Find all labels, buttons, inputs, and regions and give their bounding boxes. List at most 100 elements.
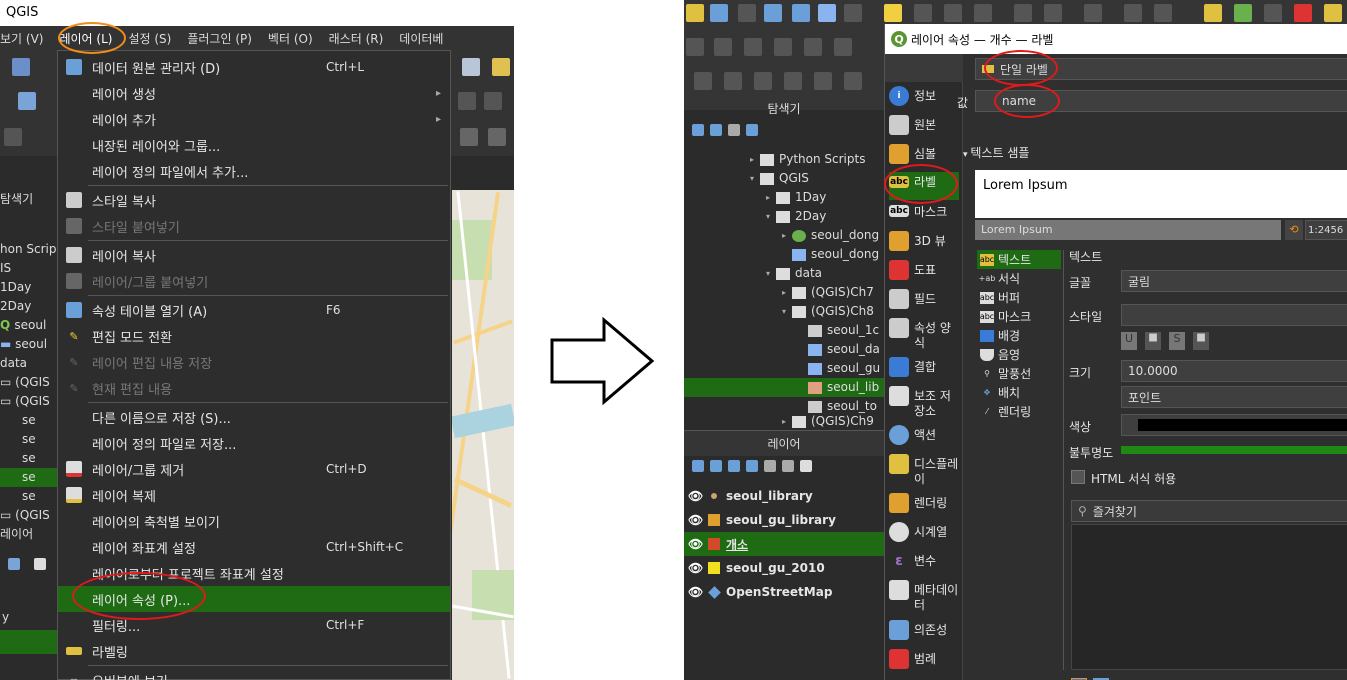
- tree-item-1day[interactable]: ▸ 1Day: [766, 188, 826, 207]
- toolbar-icon[interactable]: [834, 38, 852, 56]
- sidebar-item-rendering[interactable]: 렌더링: [889, 493, 959, 519]
- tree-item[interactable]: 2Day: [0, 297, 60, 316]
- remove-layer-icon[interactable]: [800, 460, 812, 472]
- tree-item[interactable]: hon Scrip: [0, 240, 60, 259]
- tree-item-ch8[interactable]: ▾ (QGIS)Ch8: [782, 302, 874, 321]
- toolbar-icon[interactable]: [944, 4, 962, 22]
- node-icon[interactable]: [4, 128, 22, 146]
- eye-icon[interactable]: 👁: [688, 537, 704, 551]
- toolbar-icon[interactable]: [1234, 4, 1252, 22]
- sidebar-item-symbology[interactable]: 심볼: [889, 144, 959, 170]
- tree-item[interactable]: se: [0, 468, 60, 487]
- tree-item[interactable]: se: [0, 411, 60, 430]
- sidebar-item-information[interactable]: i 정보: [889, 86, 959, 112]
- toolbar-icon[interactable]: [754, 72, 772, 90]
- tree-item[interactable]: ▭ (QGIS: [0, 373, 60, 392]
- layer-row-count[interactable]: 👁 개소: [684, 532, 884, 556]
- toolbar-icon[interactable]: [884, 4, 902, 22]
- table-icon[interactable]: [460, 128, 478, 146]
- menu-layer[interactable]: 레이어 (L): [51, 30, 120, 47]
- info-icon[interactable]: [746, 124, 758, 136]
- menu-settings[interactable]: 설정 (S): [120, 30, 179, 47]
- sample-text-input[interactable]: Lorem Ipsum: [975, 220, 1281, 240]
- eye-icon[interactable]: 👁: [688, 561, 704, 575]
- menu-item-labeling[interactable]: 라벨링: [58, 638, 450, 664]
- size-input[interactable]: 10.0000: [1121, 360, 1347, 382]
- sidebar-item-dependencies[interactable]: 의존성: [889, 620, 959, 646]
- sidebar-item-diagrams[interactable]: 도표: [889, 260, 959, 286]
- sidebar-item-metadata[interactable]: 메타데이터: [889, 580, 959, 614]
- undo-icon[interactable]: [458, 92, 476, 110]
- eye-icon[interactable]: 👁: [688, 489, 704, 503]
- tree-item-2day[interactable]: ▾ 2Day: [766, 207, 826, 226]
- subtab-shadow[interactable]: 음영: [977, 345, 1061, 364]
- toolbar-icon[interactable]: [1264, 4, 1282, 22]
- sidebar-item-actions[interactable]: 액션: [889, 425, 959, 451]
- menu-vector[interactable]: 벡터 (O): [260, 30, 321, 47]
- toolbar-icon[interactable]: [714, 38, 732, 56]
- favorites-search-input[interactable]: ⚲ 즐겨찾기: [1071, 500, 1347, 522]
- menu-item-paste-style[interactable]: 스타일 붙여넣기: [58, 213, 450, 239]
- sidebar-item-mask[interactable]: abc 마스크: [889, 202, 959, 228]
- menu-item-save-definition-file[interactable]: 레이어 정의 파일로 저장...: [58, 430, 450, 456]
- layer-icon[interactable]: [462, 58, 480, 76]
- menu-item-copy-style[interactable]: 스타일 복사: [58, 187, 450, 213]
- toolbar-icon[interactable]: [1084, 4, 1102, 22]
- tree-item[interactable]: 1Day: [0, 278, 60, 297]
- toolbar-icon[interactable]: [738, 4, 756, 22]
- tree-item-qgis[interactable]: ▾ QGIS: [750, 169, 809, 188]
- sidebar-item-legend[interactable]: 범례: [889, 649, 959, 675]
- subtab-callouts[interactable]: ⚲ 말풍선: [977, 364, 1061, 383]
- tree-item[interactable]: ▭ (QGIS: [0, 392, 60, 411]
- tree-item[interactable]: data: [0, 354, 60, 373]
- menu-item-data-source-manager[interactable]: 데이터 원본 관리자 (D) Ctrl+L: [58, 54, 450, 80]
- menu-raster[interactable]: 래스터 (R): [321, 30, 392, 47]
- subtab-buffer[interactable]: abc 버퍼: [977, 288, 1061, 307]
- sidebar-item-auxiliary-storage[interactable]: 보조 저장소: [889, 386, 959, 420]
- data-defined-icon[interactable]: ⯀: [1193, 332, 1209, 350]
- color-picker[interactable]: [1121, 414, 1347, 436]
- style-combo[interactable]: [1121, 304, 1347, 326]
- vector-icon[interactable]: [18, 92, 36, 110]
- scale-combo[interactable]: 1:2456: [1305, 220, 1347, 240]
- toolbar-icon[interactable]: [744, 38, 762, 56]
- subtab-mask[interactable]: abc 마스크: [977, 307, 1061, 326]
- toolbar-icon[interactable]: [1124, 4, 1142, 22]
- sidebar-item-labels[interactable]: abc 라벨: [889, 172, 959, 200]
- menu-item-current-edits[interactable]: ✎ 현재 편집 내용: [58, 375, 450, 401]
- tree-item-seoul-gu[interactable]: seoul_gu: [808, 359, 880, 378]
- subtab-formatting[interactable]: +ab 서식: [977, 269, 1061, 288]
- toolbar-icon[interactable]: [914, 4, 932, 22]
- size-unit-combo[interactable]: 포인트: [1121, 386, 1347, 408]
- filter-legend-icon[interactable]: [746, 460, 758, 472]
- layer-row-seoul-gu-2010[interactable]: 👁 seoul_gu_2010: [684, 556, 884, 580]
- html-checkbox[interactable]: [1071, 470, 1085, 484]
- menu-item-add-from-definition[interactable]: 레이어 정의 파일에서 추가...: [58, 158, 450, 184]
- layer-row-seoul-gu-library[interactable]: 👁 seoul_gu_library: [684, 508, 884, 532]
- subtab-rendering[interactable]: ⁄ 렌더링: [977, 402, 1061, 421]
- toolbar-icon[interactable]: [1014, 4, 1032, 22]
- filter-icon[interactable]: [728, 460, 740, 472]
- toolbar-icon[interactable]: [974, 4, 992, 22]
- menu-plugins[interactable]: 플러그인 (P): [179, 30, 260, 47]
- sidebar-item-variables[interactable]: ε 변수: [889, 551, 959, 577]
- favorites-list[interactable]: [1071, 524, 1347, 670]
- layer-row-seoul-library[interactable]: 👁 seoul_library: [684, 484, 884, 508]
- filter-icon[interactable]: [8, 558, 20, 570]
- menu-view[interactable]: 보기 (V): [0, 30, 51, 47]
- tree-item[interactable]: se: [0, 449, 60, 468]
- menu-item-set-layer-crs[interactable]: 레이어 좌표계 설정 Ctrl+Shift+C: [58, 534, 450, 560]
- sidebar-item-source[interactable]: 원본: [889, 115, 959, 141]
- toolbar-icon[interactable]: [694, 72, 712, 90]
- style-icon[interactable]: [692, 460, 704, 472]
- sidebar-item-fields[interactable]: 필드: [889, 289, 959, 315]
- menu-item-layer-properties[interactable]: 레이어 속성 (P)...: [58, 586, 450, 612]
- tree-item[interactable]: se: [0, 487, 60, 506]
- menu-item-embed-layers[interactable]: 내장된 레이어와 그룹...: [58, 132, 450, 158]
- toolbar-icon[interactable]: [764, 4, 782, 22]
- redo-icon[interactable]: [484, 92, 502, 110]
- tree-item-ch9[interactable]: ▸ (QGIS)Ch9: [782, 412, 874, 431]
- digitize-icon[interactable]: [12, 58, 30, 76]
- tree-item-python-scripts[interactable]: ▸ Python Scripts: [750, 150, 865, 169]
- toolbar-icon[interactable]: [844, 4, 862, 22]
